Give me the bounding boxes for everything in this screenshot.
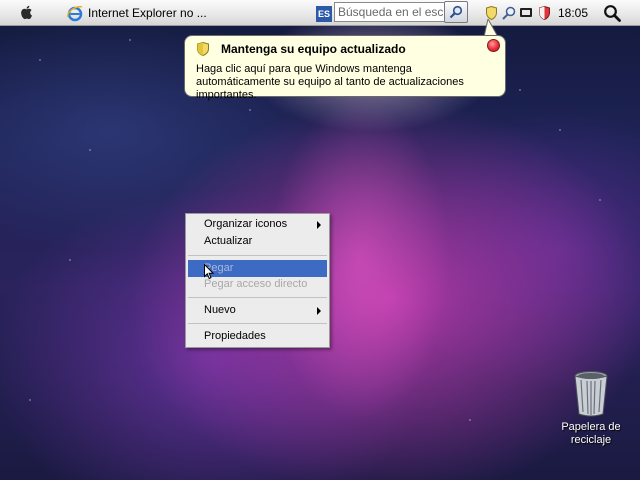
menu-separator [188, 323, 327, 324]
menu-separator [188, 297, 327, 298]
search-button[interactable] [444, 1, 468, 23]
balloon-close-button[interactable] [487, 39, 500, 52]
submenu-arrow-icon [317, 221, 321, 229]
tray-magnifier-icon[interactable] [502, 6, 516, 20]
menu-item-label: Pegar acceso directo [204, 278, 308, 290]
task-button-label: Internet Explorer no ... [88, 6, 207, 20]
magnifier-icon [449, 5, 463, 19]
menu-item-propiedades[interactable]: Propiedades [188, 328, 327, 345]
recycle-bin-icon[interactable] [572, 370, 610, 418]
clock[interactable]: 18:05 [558, 6, 588, 20]
menu-item-label: Propiedades [204, 330, 266, 342]
mouse-cursor-icon [204, 264, 214, 280]
balloon-title: Mantenga su equipo actualizado [221, 42, 406, 56]
menu-item-label: Nuevo [204, 304, 236, 316]
menu-item-actualizar[interactable]: Actualizar [188, 233, 327, 250]
menu-item-label: Organizar iconos [204, 218, 288, 230]
windows-update-shield-icon[interactable] [486, 6, 497, 20]
spotlight-icon[interactable] [603, 4, 621, 22]
security-shield-icon[interactable] [539, 6, 550, 20]
language-indicator[interactable]: ES [316, 6, 332, 22]
update-notification-balloon[interactable]: Mantenga su equipo actualizado Haga clic… [184, 35, 506, 101]
menu-item-organizar-iconos[interactable]: Organizar iconos [188, 216, 327, 233]
balloon-body-text: Haga clic aquí para que Windows mantenga… [196, 63, 464, 101]
apple-icon[interactable] [18, 3, 36, 21]
windows-update-shield-icon [197, 42, 209, 56]
menu-separator [188, 255, 327, 256]
task-button-internet-explorer[interactable]: Internet Explorer no ... [66, 3, 207, 23]
tray-monitor-icon[interactable] [519, 6, 533, 20]
internet-explorer-icon [67, 5, 83, 22]
submenu-arrow-icon [317, 307, 321, 315]
desktop-context-menu: Organizar iconos Actualizar Pegar Pegar … [185, 213, 330, 348]
menu-item-nuevo[interactable]: Nuevo [188, 302, 327, 319]
recycle-bin-label[interactable]: Papelera de reciclaje [552, 421, 630, 447]
top-taskbar: Internet Explorer no ... ES Búsqueda en … [0, 0, 640, 26]
menu-item-label: Actualizar [204, 235, 253, 247]
desktop-search-input[interactable]: Búsqueda en el escrito [334, 2, 444, 22]
